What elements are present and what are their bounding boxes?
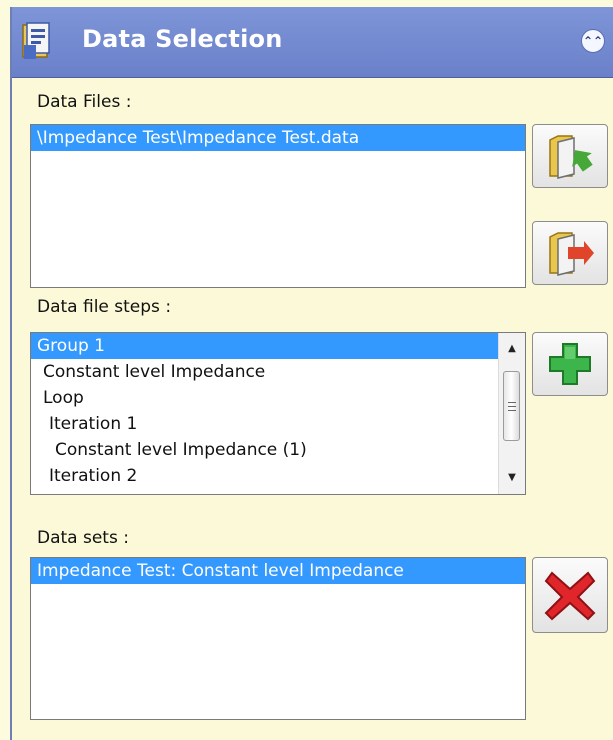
data-sets-label: Data sets : [37, 528, 129, 548]
folder-add-icon [549, 135, 593, 179]
plus-icon [549, 343, 591, 385]
list-item[interactable]: Constant level Impedance [31, 359, 525, 385]
list-item[interactable]: Impedance Test: Constant level Impedance [31, 558, 525, 584]
data-files-list[interactable]: \Impedance Test\Impedance Test.data [30, 124, 526, 288]
add-file-button[interactable] [532, 124, 608, 188]
list-item[interactable]: Iteration 1 [31, 411, 525, 437]
list-item[interactable]: Iteration 2 [31, 463, 525, 489]
grip-line [508, 406, 516, 407]
data-sets-list[interactable]: Impedance Test: Constant level Impedance [30, 557, 526, 720]
scroll-up-arrow-icon[interactable]: ▲ [499, 339, 525, 359]
panel-title: Data Selection [82, 25, 283, 53]
vertical-scrollbar[interactable]: ▲ ▼ [498, 333, 525, 494]
data-file-steps-list[interactable]: Group 1 Constant level Impedance Loop It… [30, 332, 526, 495]
folder-remove-icon [549, 232, 594, 276]
remove-data-set-button[interactable] [532, 557, 608, 633]
data-selection-panel: Data Selection ⌃⌃ Data Files : \Impedanc… [10, 7, 613, 740]
scrollbar-thumb[interactable] [503, 371, 520, 441]
list-item[interactable]: Constant level Impedance (1) [31, 437, 525, 463]
collapse-button[interactable]: ⌃⌃ [581, 29, 605, 53]
data-files-label: Data Files : [37, 92, 132, 112]
panel-header: Data Selection ⌃⌃ [12, 7, 613, 78]
delete-x-icon [544, 571, 596, 621]
grip-line [508, 410, 516, 411]
remove-file-button[interactable] [532, 221, 608, 285]
list-item[interactable]: Loop [31, 385, 525, 411]
data-selection-icon [22, 22, 50, 59]
grip-line [508, 402, 516, 403]
data-file-steps-label: Data file steps : [37, 297, 172, 317]
add-step-button[interactable] [532, 332, 608, 396]
scroll-down-arrow-icon[interactable]: ▼ [499, 468, 525, 488]
chevron-double-up-icon: ⌃⌃ [582, 34, 604, 48]
list-item[interactable]: \Impedance Test\Impedance Test.data [31, 125, 525, 151]
list-item[interactable]: Group 1 [31, 333, 499, 359]
